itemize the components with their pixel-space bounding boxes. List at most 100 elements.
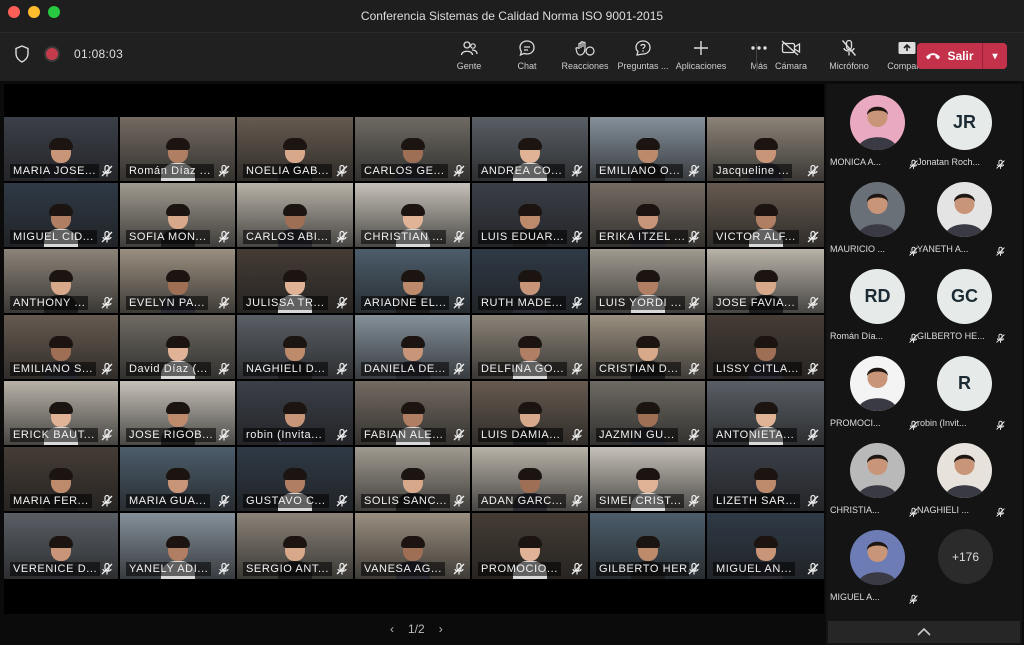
collapse-panel-button[interactable] — [828, 621, 1020, 643]
video-tile[interactable]: LUIS EDUAR... — [472, 183, 588, 247]
video-tile[interactable]: LUIS DAMIA... — [472, 381, 588, 445]
more-participants-button[interactable]: +176 — [938, 529, 993, 584]
participant-name: GILBERTO HER... — [596, 562, 689, 576]
video-tile[interactable]: ANTONIETA... — [707, 381, 824, 445]
chat-button[interactable]: Chat — [498, 37, 556, 71]
video-tile[interactable]: JOSE RIGOB... — [120, 381, 235, 445]
mic-muted-icon — [687, 230, 701, 244]
video-tile[interactable]: LIZETH SAR... — [707, 447, 824, 511]
participant-card[interactable]: MAURICIO ... — [826, 171, 924, 258]
video-tile[interactable]: MIGUEL CID... — [4, 183, 118, 247]
video-tile[interactable]: CRISTIAN D... — [590, 315, 705, 379]
participant-card-name: MONICA A... — [830, 157, 882, 167]
video-tile[interactable]: ARIADNE EL... — [355, 249, 470, 313]
video-tile[interactable]: ADAN GARC... — [472, 447, 588, 511]
mic-muted-icon — [100, 230, 114, 244]
participant-name: FABIAN ALE... — [361, 428, 447, 442]
video-tile[interactable]: MIGUEL AN... — [707, 513, 824, 579]
mic-muted-icon — [687, 296, 701, 310]
video-tile[interactable]: SIMEI CRIST... — [590, 447, 705, 511]
video-tile[interactable]: JAZMIN GU... — [590, 381, 705, 445]
participant-card[interactable]: RD Román Día... — [826, 258, 924, 345]
video-tile[interactable]: FABIAN ALE... — [355, 381, 470, 445]
mic-muted-icon — [806, 164, 820, 178]
video-tile[interactable]: CARLOS ABI... — [237, 183, 353, 247]
participant-card-name: MIGUEL A... — [830, 592, 880, 602]
video-tile[interactable]: CARLOS GE... — [355, 117, 470, 181]
video-tile[interactable]: NAGHIELI D... — [237, 315, 353, 379]
previous-page-icon[interactable]: ‹ — [390, 622, 394, 636]
video-tile[interactable]: robin (Invita... — [237, 381, 353, 445]
video-tile[interactable]: Román Díaz ... — [120, 117, 235, 181]
participant-card[interactable]: PROMOCI... — [826, 345, 924, 432]
shield-icon[interactable] — [14, 45, 30, 63]
cámara-button[interactable]: Cámara — [762, 37, 820, 71]
video-tile[interactable]: LISSY CITLA... — [707, 315, 824, 379]
participant-card[interactable]: NAGHIELI ... — [913, 432, 1011, 519]
participant-card[interactable]: MONICA A... — [826, 84, 924, 171]
video-tile[interactable]: VANESA AG... — [355, 513, 470, 579]
video-tile[interactable]: DANIELA DE... — [355, 315, 470, 379]
avatar — [850, 356, 905, 411]
reacciones-button[interactable]: Reacciones — [556, 37, 614, 71]
video-tile[interactable]: JULISSA TR... — [237, 249, 353, 313]
participant-card-name: NAGHIELI ... — [917, 505, 970, 515]
video-tile[interactable]: YANELY ADI... — [120, 513, 235, 579]
video-tile[interactable]: VICTOR ALF... — [707, 183, 824, 247]
participant-card[interactable]: CHRISTIA... — [826, 432, 924, 519]
mic-muted-icon — [335, 296, 349, 310]
participant-card-name: MAURICIO ... — [830, 244, 886, 254]
video-tile[interactable]: PROMOCIO... — [472, 513, 588, 579]
video-tile[interactable]: GILBERTO HER... — [590, 513, 705, 579]
video-tile[interactable]: MARIA GUA... — [120, 447, 235, 511]
recording-indicator-icon — [44, 46, 60, 62]
video-tile[interactable]: JOSE FAVIA... — [707, 249, 824, 313]
participant-card[interactable]: GC GILBERTO HE... — [913, 258, 1011, 345]
video-tile[interactable]: EVELYN PA... — [120, 249, 235, 313]
aplicaciones-button[interactable]: Aplicaciones — [672, 37, 730, 71]
participant-card[interactable]: Rrobin (Invit... — [913, 345, 1011, 432]
leave-options-chevron-icon[interactable]: ▾ — [983, 51, 1007, 62]
video-tile[interactable]: NOELIA GAB... — [237, 117, 353, 181]
participant-name: NAGHIELI D... — [243, 362, 329, 376]
video-tile[interactable]: VERENICE D... — [4, 513, 118, 579]
avatar — [850, 443, 905, 498]
video-tile[interactable]: ERIKA ITZEL ... — [590, 183, 705, 247]
micrófono-button[interactable]: Micrófono — [820, 37, 878, 71]
video-tile[interactable]: DELFINA GO... — [472, 315, 588, 379]
participant-name: SIMEI CRIST... — [596, 494, 685, 508]
avatar — [937, 443, 992, 498]
video-tile[interactable]: Jacqueline ... — [707, 117, 824, 181]
mic-muted-icon — [452, 562, 466, 576]
video-tile[interactable]: ANTHONY ... — [4, 249, 118, 313]
mic-muted-icon — [995, 505, 1006, 517]
video-tile[interactable]: LUIS YORDI ... — [590, 249, 705, 313]
participant-name: LUIS DAMIA... — [478, 428, 564, 442]
preguntas-button[interactable]: Preguntas ... — [614, 37, 672, 71]
video-tile[interactable]: David Díaz (... — [120, 315, 235, 379]
video-tile[interactable]: EMILIANO O... — [590, 117, 705, 181]
video-tile[interactable]: SERGIO ANT... — [237, 513, 353, 579]
video-tile[interactable]: CHRISTIAN ... — [355, 183, 470, 247]
participant-name: CARLOS ABI... — [243, 230, 332, 244]
participant-card[interactable]: YANETH A... — [913, 171, 1011, 258]
participant-name: DANIELA DE... — [361, 362, 449, 376]
video-tile[interactable]: ANDREA CO... — [472, 117, 588, 181]
video-tile[interactable]: SOFIA MON... — [120, 183, 235, 247]
video-tile[interactable]: MARIA JOSE... — [4, 117, 118, 181]
gente-button[interactable]: Gente — [440, 37, 498, 71]
next-page-icon[interactable]: › — [439, 622, 443, 636]
participant-card[interactable]: JR Jonatan Roch... — [913, 84, 1011, 171]
meeting-timer: 01:08:03 — [74, 47, 124, 61]
video-tile[interactable]: EMILIANO S... — [4, 315, 118, 379]
leave-button[interactable]: Salir ▾ — [917, 43, 1007, 69]
participant-name: EMILIANO O... — [596, 164, 684, 178]
video-tile[interactable]: MARIA FER... — [4, 447, 118, 511]
video-tile[interactable]: GUSTAVO C... — [237, 447, 353, 511]
video-tile[interactable]: SOLIS SANC... — [355, 447, 470, 511]
mic-muted-icon — [995, 418, 1006, 430]
participant-card[interactable]: MIGUEL A... — [826, 519, 924, 606]
video-tile[interactable]: ERICK BAUT... — [4, 381, 118, 445]
participant-card-name: PROMOCI... — [830, 418, 881, 428]
video-tile[interactable]: RUTH MADE... — [472, 249, 588, 313]
